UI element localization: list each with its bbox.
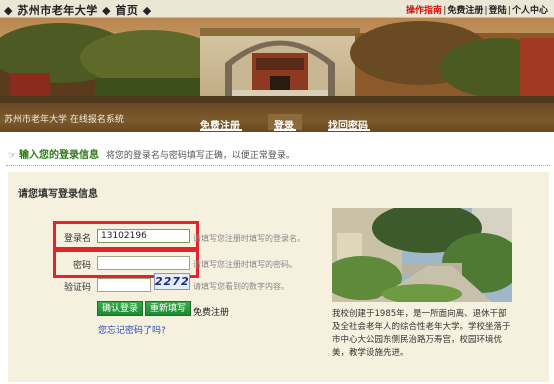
username-hint: 请填写您注册时填写的登录名。	[193, 234, 305, 243]
guide-link[interactable]: 操作指南	[406, 6, 442, 16]
top-links: 操作指南|免费注册|登陆|个人中心	[406, 3, 548, 16]
tab-underline	[274, 129, 296, 131]
school-introduction: 我校创建于1985年，是一所面向离、退休干部及全社会老年人的综合性老年大学。学校…	[332, 309, 511, 358]
register-link[interactable]: 免费注册	[193, 305, 229, 318]
dotted-divider	[6, 165, 550, 166]
system-title: 苏州市老年大学 在线报名系统	[4, 115, 124, 125]
password-input[interactable]	[97, 256, 190, 270]
username-label: 登录名	[63, 234, 91, 244]
password-hint: 请填写您注册时填写的密码。	[193, 260, 297, 269]
hint-text: 将您的登录名与密码填写正确，以便正常登录。	[105, 151, 295, 161]
password-label: 密码	[72, 261, 91, 271]
register-top-link[interactable]: 免费注册	[447, 6, 483, 16]
login-top-link[interactable]: 登陆	[489, 6, 507, 16]
campus-gate-illustration	[0, 18, 554, 103]
arrow-icon: ☞	[8, 151, 17, 161]
hint-title: 输入您的登录信息	[18, 150, 99, 161]
login-button[interactable]: 确认登录	[97, 301, 143, 316]
link-separator: |	[443, 6, 447, 16]
panel-title: 请您填写登录信息	[18, 189, 98, 200]
campus-photo	[332, 208, 512, 302]
banner-image	[0, 18, 554, 103]
captcha-hint: 请填写您看到的数字内容。	[193, 282, 289, 291]
tab-underline	[200, 129, 242, 131]
link-separator: |	[507, 6, 511, 16]
campus-garden-illustration	[332, 208, 512, 302]
username-input[interactable]	[97, 229, 190, 243]
reset-button[interactable]: 重新填写	[145, 301, 191, 316]
link-separator: |	[484, 6, 488, 16]
forgot-password-link[interactable]: 您忘记密码了吗?	[98, 323, 166, 336]
tab-underline	[328, 129, 370, 131]
captcha-label: 验证码	[63, 283, 91, 293]
login-hint: ☞ 输入您的登录信息 将您的登录名与密码填写正确，以便正常登录。	[8, 146, 295, 161]
site-navigation[interactable]: ◆ 苏州市老年大学 ◆ 首页 ◆	[4, 2, 152, 18]
captcha-input[interactable]	[97, 278, 151, 292]
personal-center-link[interactable]: 个人中心	[512, 6, 548, 16]
captcha-image[interactable]: 2272	[154, 273, 190, 290]
